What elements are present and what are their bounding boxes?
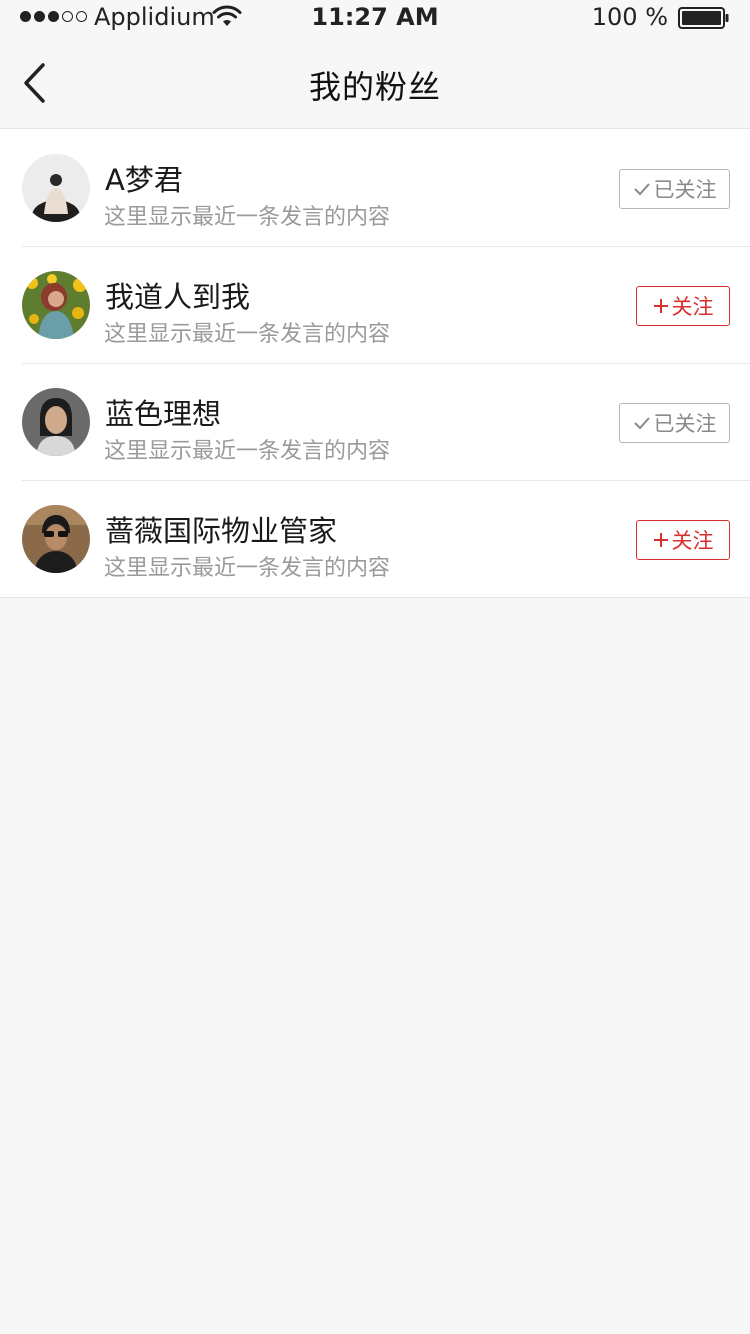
avatar[interactable] xyxy=(22,505,90,573)
user-name: 蓝色理想 xyxy=(105,397,222,431)
fans-list: A梦君 这里显示最近一条发言的内容 已关注 我道人到我 这里显示最近一条发言的内… xyxy=(0,128,750,598)
button-label: 关注 xyxy=(671,295,714,319)
battery-icon xyxy=(678,7,729,29)
button-label: 已关注 xyxy=(653,412,717,436)
navigation-bar: 我的粉丝 xyxy=(0,36,750,129)
avatar[interactable] xyxy=(22,388,90,456)
status-bar: Applidium 11:27 AM 100 % xyxy=(0,0,750,36)
check-icon xyxy=(633,182,651,196)
latest-post-preview: 这里显示最近一条发言的内容 xyxy=(104,439,391,464)
latest-post-preview: 这里显示最近一条发言的内容 xyxy=(104,322,391,347)
user-name: A梦君 xyxy=(105,163,183,197)
latest-post-preview: 这里显示最近一条发言的内容 xyxy=(104,556,391,581)
list-item[interactable]: 蔷薇国际物业管家 这里显示最近一条发言的内容 关注 xyxy=(0,480,750,597)
button-label: 关注 xyxy=(671,529,714,553)
followed-button[interactable]: 已关注 xyxy=(619,403,730,443)
user-name: 我道人到我 xyxy=(105,280,251,314)
list-item[interactable]: 蓝色理想 这里显示最近一条发言的内容 已关注 xyxy=(0,363,750,480)
follow-button[interactable]: 关注 xyxy=(636,520,730,560)
plus-icon xyxy=(653,532,669,548)
battery-percentage: 100 % xyxy=(591,3,668,31)
followed-button[interactable]: 已关注 xyxy=(619,169,730,209)
user-name: 蔷薇国际物业管家 xyxy=(105,514,338,548)
page-title: 我的粉丝 xyxy=(308,68,441,106)
avatar[interactable] xyxy=(22,271,90,339)
list-item[interactable]: 我道人到我 这里显示最近一条发言的内容 关注 xyxy=(0,246,750,363)
follow-button[interactable]: 关注 xyxy=(636,286,730,326)
latest-post-preview: 这里显示最近一条发言的内容 xyxy=(104,205,391,230)
avatar[interactable] xyxy=(22,154,90,222)
plus-icon xyxy=(653,298,669,314)
button-label: 已关注 xyxy=(653,178,717,202)
list-item[interactable]: A梦君 这里显示最近一条发言的内容 已关注 xyxy=(0,129,750,246)
check-icon xyxy=(633,416,651,430)
